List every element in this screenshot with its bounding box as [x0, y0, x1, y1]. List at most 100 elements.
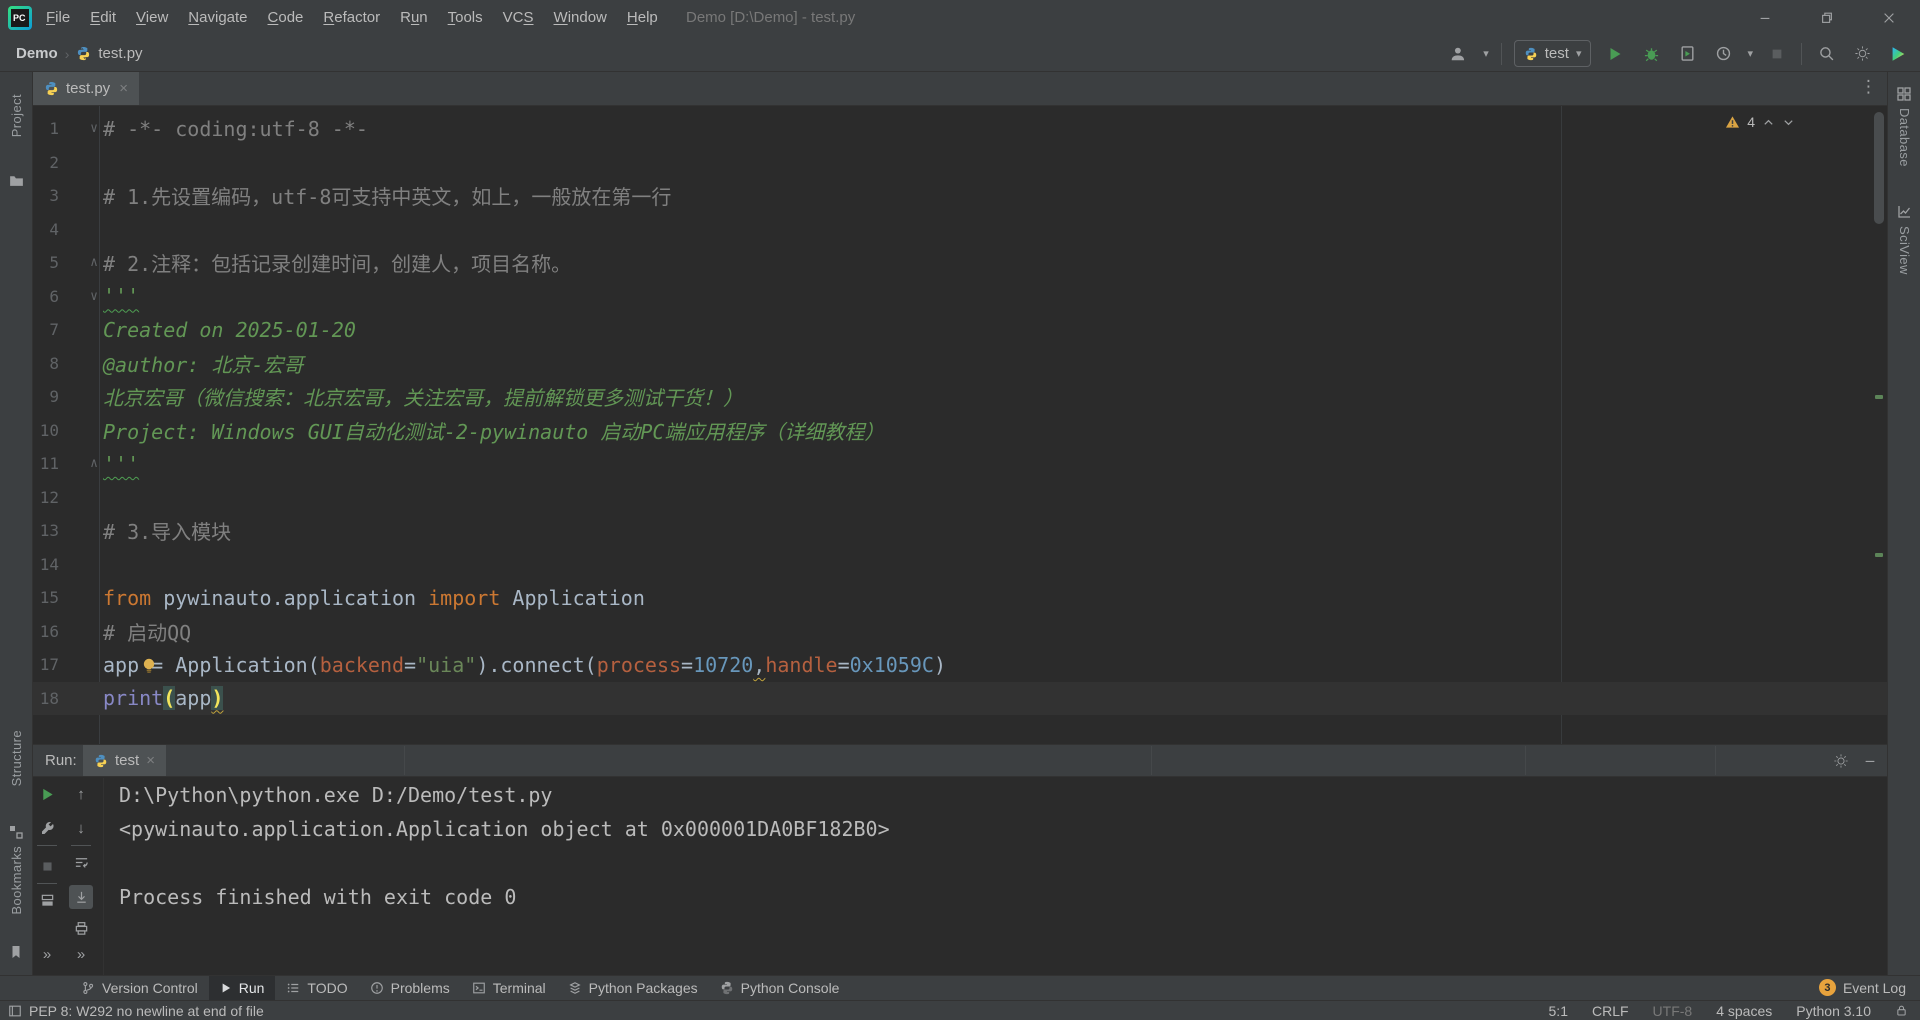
- run-settings-wrench-button[interactable]: [35, 816, 59, 840]
- fold-marker-icon[interactable]: ∧: [59, 255, 103, 270]
- expand-toolbar-button[interactable]: »: [69, 942, 93, 966]
- editor-line[interactable]: 10 Project: Windows GUI自动化测试-2-pywinauto …: [33, 414, 1887, 448]
- status-message[interactable]: PEP 8: W292 no newline at end of file: [29, 1003, 264, 1019]
- interpreter[interactable]: Python 3.10: [1796, 1003, 1871, 1019]
- toolwindow-problems[interactable]: Problems: [359, 976, 461, 1001]
- run-button[interactable]: [1603, 42, 1627, 66]
- fold-marker-icon[interactable]: ∨: [59, 289, 103, 304]
- editor-line[interactable]: 8 @author: 北京-宏哥: [33, 347, 1887, 381]
- editor-line[interactable]: 13 # 3.导入模块: [33, 514, 1887, 548]
- coverage-button[interactable]: [1675, 42, 1699, 66]
- menu-window[interactable]: Window: [544, 0, 617, 36]
- toolwindow-python-packages[interactable]: Python Packages: [557, 976, 709, 1001]
- down-the-stack-trace-button[interactable]: ↓: [69, 816, 93, 840]
- menu-refactor[interactable]: Refactor: [313, 0, 390, 36]
- chevron-up-icon[interactable]: [1762, 116, 1775, 129]
- run-panel-settings-icon[interactable]: [1833, 753, 1849, 769]
- code-editor[interactable]: 1 ∨ # -*- coding:utf-8 -*- 2 3 # 1.先设置编码，utf-…: [33, 106, 1887, 791]
- tab-close-icon[interactable]: ×: [146, 752, 155, 769]
- editor-line[interactable]: 2: [33, 146, 1887, 180]
- toolwindow-terminal[interactable]: Terminal: [461, 976, 557, 1001]
- menu-view[interactable]: View: [126, 0, 178, 36]
- tool-stripe-project[interactable]: Project: [0, 94, 33, 137]
- search-everywhere-button[interactable]: [1814, 42, 1838, 66]
- event-log-button[interactable]: 3 Event Log: [1818, 975, 1906, 1000]
- tab-options-icon[interactable]: ⋮: [1860, 77, 1877, 97]
- error-stripe-mark[interactable]: [1875, 395, 1883, 399]
- menu-file[interactable]: File: [36, 0, 80, 36]
- tool-stripe-bookmarks[interactable]: Bookmarks: [0, 846, 33, 915]
- run-tab-label: test: [115, 752, 140, 769]
- print-button[interactable]: [69, 916, 93, 940]
- line-separator[interactable]: CRLF: [1592, 1003, 1629, 1019]
- code-text: @author: 北京-宏哥: [103, 352, 304, 377]
- run-output[interactable]: D:\Python\python.exe D:/Demo/test.py <pyw…: [119, 778, 890, 914]
- window-restore-button[interactable]: [1796, 0, 1858, 36]
- editor-scrollbar[interactable]: [1874, 112, 1884, 224]
- collaborate-user-icon[interactable]: [1447, 42, 1471, 66]
- tool-stripe-sciview[interactable]: SciView: [1888, 226, 1920, 275]
- python-file-icon: [76, 46, 91, 61]
- editor-line[interactable]: 6 ∨ ''': [33, 280, 1887, 314]
- editor-line[interactable]: 11 ∧ ''': [33, 447, 1887, 481]
- editor-line[interactable]: 5 ∧ # 2.注释：包括记录创建时间，创建人，项目名称。: [33, 246, 1887, 280]
- profiler-button[interactable]: [1711, 42, 1735, 66]
- expand-toolbar-button[interactable]: »: [35, 942, 59, 966]
- menu-run[interactable]: Run: [390, 0, 438, 36]
- restore-layout-button[interactable]: [35, 888, 59, 912]
- fold-marker-icon[interactable]: ∨: [59, 121, 103, 136]
- run-tab[interactable]: test ×: [83, 745, 166, 776]
- debug-button[interactable]: [1639, 42, 1663, 66]
- toolwindow-version-control[interactable]: Version Control: [70, 976, 209, 1001]
- menu-help[interactable]: Help: [617, 0, 668, 36]
- editor-line[interactable]: 15 from pywinauto.application import Appl…: [33, 581, 1887, 615]
- run-config-select[interactable]: test ▾: [1513, 40, 1592, 67]
- hide-panel-icon[interactable]: [1863, 754, 1877, 768]
- lock-icon[interactable]: [1895, 1004, 1908, 1017]
- menu-vcs[interactable]: VCS: [493, 0, 544, 36]
- toolwindow-python-console[interactable]: Python Console: [709, 976, 851, 1001]
- line-number: 2: [49, 152, 59, 172]
- up-the-stack-trace-button[interactable]: ↑: [69, 782, 93, 806]
- intention-bulb-icon[interactable]: [141, 657, 157, 674]
- editor-tab[interactable]: test.py ×: [33, 72, 139, 105]
- toolwindow-todo[interactable]: TODO: [275, 976, 358, 1001]
- editor-line[interactable]: 3 # 1.先设置编码，utf-8可支持中英文，如上，一般放在第一行: [33, 179, 1887, 213]
- toolwindow-run[interactable]: Run: [208, 975, 276, 1001]
- chevron-down-icon[interactable]: [1782, 116, 1795, 129]
- breadcrumb-file[interactable]: test.py: [98, 45, 142, 62]
- plugin-icon[interactable]: [1886, 42, 1910, 66]
- menu-edit[interactable]: Edit: [80, 0, 126, 36]
- menu-code[interactable]: Code: [258, 0, 314, 36]
- editor-line[interactable]: 9 北京宏哥（微信搜索：北京宏哥，关注宏哥，提前解锁更多测试干货！）: [33, 380, 1887, 414]
- scroll-to-end-button[interactable]: [69, 885, 93, 909]
- tool-stripe-database[interactable]: Database: [1888, 108, 1920, 167]
- breadcrumb-project[interactable]: Demo: [16, 45, 58, 62]
- editor-line[interactable]: 4: [33, 213, 1887, 247]
- editor-line[interactable]: 1 ∨ # -*- coding:utf-8 -*-: [33, 112, 1887, 146]
- editor-line[interactable]: 14: [33, 548, 1887, 582]
- editor-line[interactable]: 16 # 启动QQ: [33, 615, 1887, 649]
- tool-stripe-structure[interactable]: Structure: [0, 730, 33, 786]
- menu-navigate[interactable]: Navigate: [178, 0, 257, 36]
- editor-line[interactable]: 12: [33, 481, 1887, 515]
- soft-wrap-button[interactable]: [69, 850, 93, 874]
- editor-line[interactable]: 7 Created on 2025-01-20: [33, 313, 1887, 347]
- tab-close-icon[interactable]: ×: [119, 80, 128, 97]
- caret-position[interactable]: 5:1: [1549, 1003, 1568, 1019]
- menu-tools[interactable]: Tools: [438, 0, 493, 36]
- window-minimize-button[interactable]: [1734, 0, 1796, 36]
- editor-line[interactable]: 17 app = Application(backend="uia").conne…: [33, 648, 1887, 682]
- error-stripe-mark[interactable]: [1875, 553, 1883, 557]
- rerun-button[interactable]: [35, 782, 59, 806]
- indent-style[interactable]: 4 spaces: [1716, 1003, 1772, 1019]
- editor-line[interactable]: 18 print(app): [33, 681, 1887, 715]
- code-text: print(app): [103, 686, 224, 711]
- header-separator: [1715, 746, 1716, 775]
- window-close-button[interactable]: [1858, 0, 1920, 36]
- file-encoding[interactable]: UTF-8: [1653, 1003, 1693, 1019]
- fold-marker-icon[interactable]: ∧: [59, 456, 103, 471]
- inspections-widget[interactable]: 4: [1725, 114, 1795, 130]
- settings-gear-button[interactable]: [1850, 42, 1874, 66]
